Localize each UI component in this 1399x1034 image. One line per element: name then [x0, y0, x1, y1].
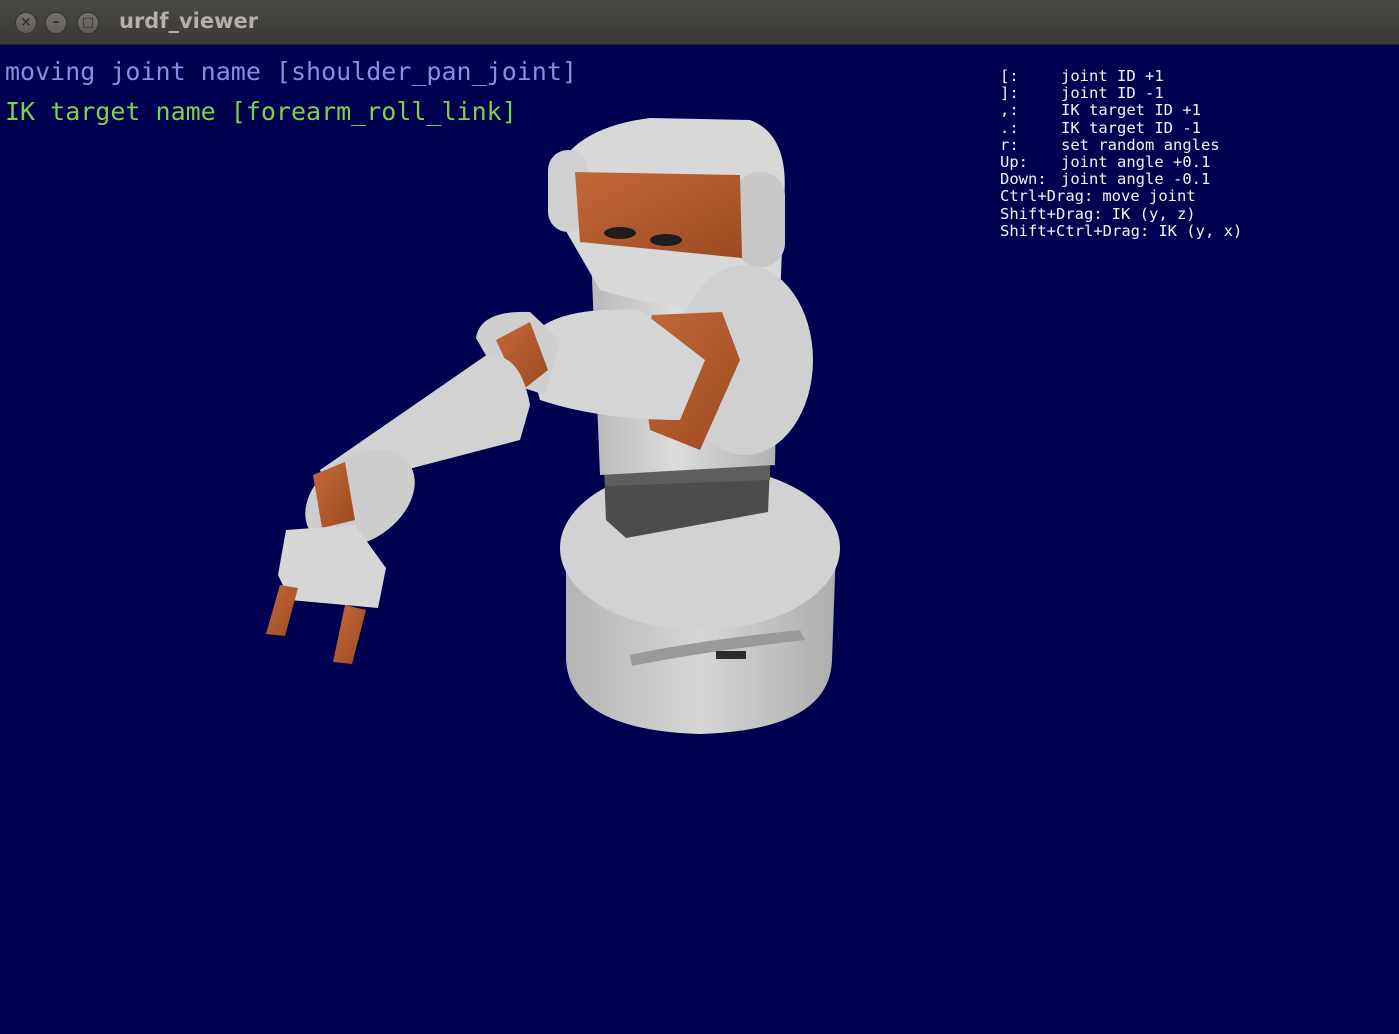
- help-action: joint ID -1: [1061, 84, 1164, 103]
- help-row: r: set random angles: [1000, 135, 1242, 154]
- help-row: Ctrl+Drag: move joint: [1000, 188, 1242, 205]
- help-action: move joint: [1102, 187, 1196, 206]
- help-row: Up: joint angle +0.1: [1000, 153, 1242, 172]
- help-key: [:: [1000, 67, 1019, 85]
- help-row: Shift+Ctrl+Drag: IK (y, x): [1000, 221, 1243, 240]
- help-action: joint ID +1: [1061, 67, 1164, 85]
- help-action: IK (y, x): [1158, 221, 1243, 240]
- help-key: Up:: [1000, 153, 1028, 172]
- moving-joint-label: moving joint name [shoulder_pan_joint]: [5, 57, 577, 86]
- help-key: ,:: [1000, 101, 1019, 120]
- help-action: set random angles: [1061, 135, 1220, 154]
- maximize-button[interactable]: □: [77, 12, 99, 34]
- help-action: joint angle -0.1: [1061, 170, 1211, 189]
- help-action: IK target ID -1: [1061, 118, 1201, 137]
- keyboard-help: [: joint ID +1 ]: joint ID -1 ,: IK targ…: [1000, 67, 1243, 240]
- ik-target-label: IK target name [forearm_roll_link]: [5, 97, 517, 126]
- help-action: joint angle +0.1: [1061, 153, 1211, 172]
- help-key: ]:: [1000, 84, 1019, 103]
- help-key: Ctrl+Drag:: [1000, 187, 1094, 206]
- help-key: Shift+Drag:: [1000, 204, 1103, 223]
- help-key: Down:: [1000, 170, 1047, 189]
- help-key: r:: [1000, 135, 1019, 154]
- help-row: ,: IK target ID +1: [1000, 102, 1242, 119]
- title-bar[interactable]: × – □ urdf_viewer: [0, 0, 1399, 45]
- help-row: [: joint ID +1: [1000, 67, 1242, 85]
- help-key: .:: [1000, 118, 1019, 137]
- help-row: .: IK target ID -1: [1000, 118, 1242, 137]
- close-button[interactable]: ×: [15, 12, 37, 34]
- help-row: ]: joint ID -1: [1000, 85, 1242, 102]
- window-title: urdf_viewer: [119, 9, 259, 33]
- app-window: × – □ urdf_viewer moving joint name [sho…: [0, 0, 1399, 1034]
- minimize-button[interactable]: –: [45, 12, 67, 34]
- 3d-viewport[interactable]: moving joint name [shoulder_pan_joint] I…: [0, 45, 1399, 1034]
- help-row: Down: joint angle -0.1: [1000, 171, 1242, 188]
- help-action: IK target ID +1: [1061, 101, 1201, 120]
- help-row: Shift+Drag: IK (y, z): [1000, 204, 1242, 223]
- help-key: Shift+Ctrl+Drag:: [1000, 221, 1150, 240]
- help-action: IK (y, z): [1111, 204, 1196, 223]
